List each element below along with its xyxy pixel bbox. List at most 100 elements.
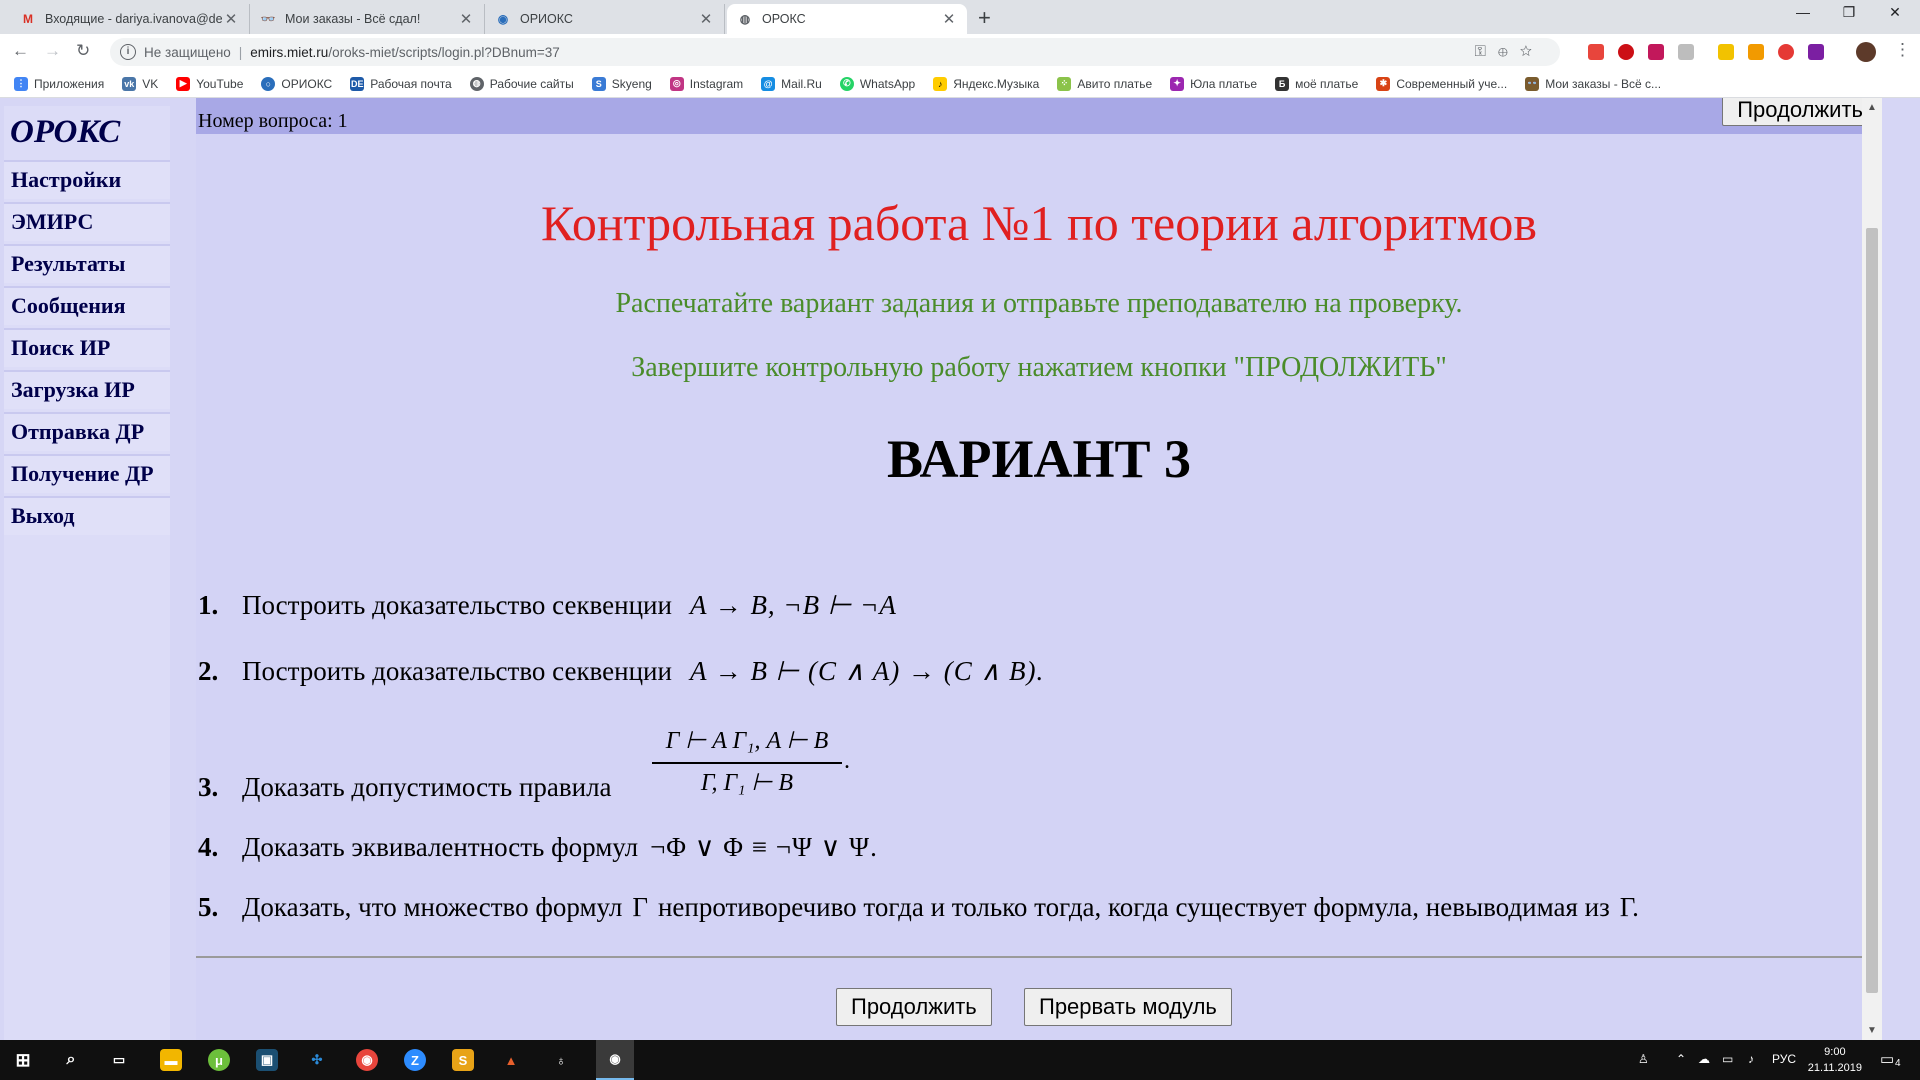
- bookmark-vk[interactable]: vk VK: [122, 76, 158, 91]
- task-view-icon[interactable]: ▭: [108, 1049, 130, 1071]
- skyeng-icon: S: [591, 76, 606, 91]
- nav-upload-ir[interactable]: Загрузка ИР: [4, 370, 170, 409]
- question-header: Номер вопроса: 1 Продолжить: [196, 98, 1882, 134]
- scroll-thumb[interactable]: [1866, 228, 1878, 993]
- tab-close-icon[interactable]: ✕: [458, 10, 474, 28]
- scroll-up-icon[interactable]: ▲: [1867, 102, 1877, 113]
- chrome-active-icon[interactable]: ◉: [596, 1040, 634, 1080]
- sublime-icon[interactable]: S: [452, 1049, 474, 1071]
- clock-time: 9:00: [1824, 1046, 1846, 1058]
- bookmark-label: Приложения: [34, 76, 105, 91]
- restore-icon[interactable]: ❐: [1826, 4, 1872, 21]
- bookmark-apps[interactable]: ⋮ Приложения: [14, 76, 105, 91]
- tray-up-icon[interactable]: ⌃: [1676, 1052, 1686, 1066]
- bookmark-mailru[interactable]: @ Mail.Ru: [761, 76, 822, 91]
- tab-gmail[interactable]: M Входящие - dariya.ivanova@dec ✕: [10, 4, 250, 34]
- extension-icon[interactable]: [1678, 44, 1694, 60]
- extension-icon[interactable]: [1588, 44, 1604, 60]
- bookmark-orioks[interactable]: ○ ОРИОКС: [261, 76, 333, 91]
- nav-send-dr[interactable]: Отправка ДР: [4, 412, 170, 451]
- bookmark-instagram[interactable]: ◎ Instagram: [669, 76, 744, 91]
- avito-icon: ⁘: [1057, 76, 1072, 91]
- nav-logout[interactable]: Выход: [4, 496, 170, 535]
- address-bar[interactable]: i Не защищено | emirs.miet.ru /oroks-mie…: [110, 38, 1560, 66]
- tab-close-icon[interactable]: ✕: [223, 10, 239, 28]
- bookmark-label: Instagram: [689, 76, 744, 91]
- bookmark-work-mail[interactable]: DE Рабочая почта: [350, 76, 452, 91]
- extension-icon[interactable]: [1748, 44, 1764, 60]
- bookmark-label: ОРИОКС: [281, 76, 333, 91]
- continue-button[interactable]: Продолжить: [836, 988, 992, 1026]
- yula-icon: ✦: [1170, 76, 1185, 91]
- task-number: 4.: [198, 832, 219, 862]
- extension-icon[interactable]: [1808, 44, 1824, 60]
- orioks-icon: ○: [261, 76, 276, 91]
- bookmark-star-icon[interactable]: ☆: [1520, 43, 1544, 60]
- tab-title: ОРИОКС: [520, 12, 573, 26]
- tab-strip: M Входящие - dariya.ivanova@dec ✕ 👓 Мои …: [0, 0, 1920, 34]
- scroll-down-icon[interactable]: ▼: [1867, 1025, 1877, 1036]
- menu-icon[interactable]: ⋮: [1894, 40, 1911, 60]
- tab-close-icon[interactable]: ✕: [941, 10, 957, 28]
- tab-close-icon[interactable]: ✕: [698, 10, 714, 28]
- matlab-icon[interactable]: ▲: [500, 1049, 522, 1071]
- zoom-icon[interactable]: ⊕: [1498, 43, 1520, 60]
- tab-orders[interactable]: 👓 Мои заказы - Всё сдал! ✕: [250, 4, 485, 34]
- volume-icon[interactable]: ♪: [1748, 1052, 1754, 1066]
- continue-button-top[interactable]: Продолжить: [1722, 98, 1878, 126]
- bookmark-whatsapp[interactable]: ✆ WhatsApp: [839, 76, 915, 91]
- bookmark-work-sites[interactable]: ◍ Рабочие сайты: [469, 76, 574, 91]
- people-icon[interactable]: ♙: [1638, 1052, 1649, 1066]
- tab-oroks[interactable]: ◍ ОРОКС ✕: [727, 4, 967, 34]
- extension-icon[interactable]: [1718, 44, 1734, 60]
- zoom-app-icon[interactable]: Z: [404, 1049, 426, 1071]
- abort-module-button[interactable]: Прервать модуль: [1024, 988, 1232, 1026]
- search-icon[interactable]: ⌕: [60, 1049, 82, 1071]
- nav-results[interactable]: Результаты: [4, 244, 170, 283]
- language-indicator[interactable]: РУС: [1772, 1052, 1796, 1066]
- back-icon[interactable]: ←: [12, 41, 29, 61]
- app-icon[interactable]: ✣: [306, 1049, 328, 1071]
- cloud-icon[interactable]: ☁: [1698, 1052, 1710, 1066]
- app-bottle-icon[interactable]: ♁: [550, 1049, 572, 1071]
- task-1: 1. Построить доказательство секвенции A …: [198, 590, 897, 621]
- bookmark-modern-student[interactable]: ✱ Современный уче...: [1376, 76, 1507, 91]
- windows-start-icon[interactable]: ⊞: [12, 1049, 34, 1071]
- info-icon[interactable]: i: [120, 44, 136, 60]
- clock[interactable]: 9:00 21.11.2019: [1808, 1044, 1862, 1076]
- bookmark-skyeng[interactable]: S Skyeng: [591, 76, 652, 91]
- file-explorer-icon[interactable]: ▬: [160, 1049, 182, 1071]
- extension-icon[interactable]: [1778, 44, 1794, 60]
- vertical-scrollbar[interactable]: ▲ ▼: [1862, 98, 1882, 1040]
- nav-emirs[interactable]: ЭМИРС: [4, 202, 170, 241]
- tab-orioks[interactable]: ◉ ОРИОКС ✕: [485, 4, 725, 34]
- bookmark-avito[interactable]: ⁘ Авито платье: [1057, 76, 1152, 91]
- separator: |: [238, 44, 243, 60]
- forward-icon[interactable]: →: [44, 41, 61, 61]
- minimize-icon[interactable]: —: [1780, 4, 1826, 20]
- bookmark-my-dress[interactable]: Бмоё платье: [1275, 76, 1358, 91]
- notifications-icon[interactable]: ▭: [1880, 1050, 1894, 1068]
- network-icon[interactable]: ▭: [1722, 1052, 1733, 1066]
- bookmark-yula[interactable]: ✦ Юла платье: [1170, 76, 1257, 91]
- new-tab-icon[interactable]: +: [978, 5, 991, 31]
- bookmark-youtube[interactable]: ▶ YouTube: [176, 76, 243, 91]
- bookmark-orders[interactable]: 👓 Мои заказы - Всё с...: [1525, 76, 1661, 91]
- extension-icon[interactable]: [1648, 44, 1664, 60]
- nav-settings[interactable]: Настройки: [4, 160, 170, 199]
- instruction-print: Распечатайте вариант задания и отправьте…: [615, 288, 1463, 319]
- page-area: ОРОКС Настройки ЭМИРС Результаты Сообщен…: [0, 98, 1920, 1040]
- nav-receive-dr[interactable]: Получение ДР: [4, 454, 170, 493]
- terminal-icon[interactable]: ▣: [256, 1049, 278, 1071]
- key-icon[interactable]: ⚿: [1475, 43, 1498, 60]
- chrome-icon[interactable]: ◉: [356, 1049, 378, 1071]
- opera-icon[interactable]: [1618, 44, 1634, 60]
- nav-messages[interactable]: Сообщения: [4, 286, 170, 325]
- reload-icon[interactable]: ↻: [76, 41, 90, 61]
- utorrent-icon[interactable]: μ: [208, 1049, 230, 1071]
- close-window-icon[interactable]: ✕: [1872, 4, 1918, 21]
- nav-search-ir[interactable]: Поиск ИР: [4, 328, 170, 367]
- task-5: 5. Доказать, что множество формул Γ непр…: [198, 892, 1639, 923]
- bookmark-yandex-music[interactable]: ♪ Яндекс.Музыка: [933, 76, 1039, 91]
- avatar[interactable]: [1856, 42, 1876, 62]
